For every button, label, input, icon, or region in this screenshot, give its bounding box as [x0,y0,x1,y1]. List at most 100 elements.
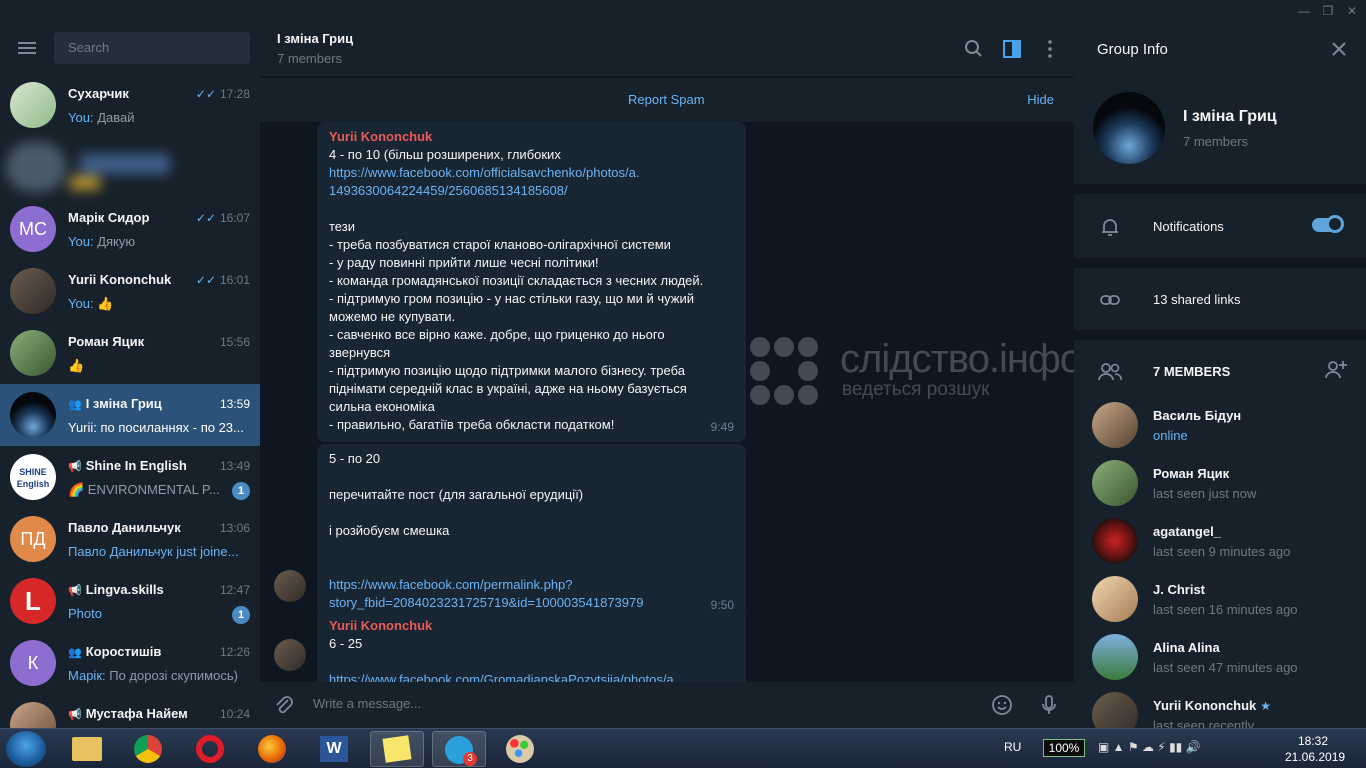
spam-bar: Report Spam Hide [260,78,1074,122]
message-author[interactable]: Yurii Kononchuk [329,128,734,146]
member-status: online [1153,428,1188,443]
message-link[interactable]: story_fbid=2084023231725719&id=100003541… [329,594,734,612]
sender-avatar[interactable] [274,570,306,602]
search-icon[interactable] [961,36,987,62]
chat-name: 📢 Shine In English [68,458,187,473]
group-avatar[interactable] [1093,92,1165,164]
file-explorer-icon[interactable] [60,731,114,767]
message-link[interactable]: https://www.facebook.com/permalink.php? [329,576,734,594]
chat-item-korostyshiv[interactable]: К 👥 Коростишів 12:26 Марік: По дорозі ску… [0,632,260,694]
search-input[interactable]: Search [54,32,250,64]
message-input[interactable]: Write a message... [313,696,421,711]
member-status: last seen just now [1153,486,1257,501]
chat-preview: Марік: По дорозі скупимось) [68,668,238,683]
member-name: Alina Alina [1153,640,1220,655]
member-item[interactable]: agatangel_ last seen 9 minutes ago [1074,518,1366,576]
start-button[interactable] [6,731,46,767]
member-item[interactable]: J. Christ last seen 16 minutes ago [1074,576,1366,634]
notifications-toggle[interactable] [1312,215,1344,233]
group-name: І зміна Гриц [1183,108,1277,125]
message-bubble[interactable]: Yurii Kononchuk 4 - по 10 (більш розширен… [317,122,746,442]
chat-item-pavlo-danylchuk[interactable]: ПД Павло Данильчук 13:06 Павло Данильчук… [0,508,260,570]
avatar [10,702,56,728]
info-header: Group Info [1074,22,1366,76]
attach-icon[interactable] [272,694,296,718]
close-window-icon[interactable]: ✕ [1340,0,1364,22]
telegram-taskbar-icon[interactable]: 3 [432,731,486,767]
message-link[interactable]: https://www.facebook.com/officialsavchen… [329,164,734,182]
language-indicator[interactable]: RU [1004,740,1021,754]
clock-time[interactable]: 18:32 [1298,734,1328,748]
minimize-icon[interactable]: — [1292,0,1316,22]
group-icon: 👥 [68,647,82,659]
close-icon[interactable] [1329,39,1349,59]
avatar: ПД [10,516,56,562]
chat-time: 16:07 [219,211,250,225]
chat-item-roman-yatsyk[interactable]: Роман Яцик 15:56 👍 [0,322,260,384]
tray-icons[interactable]: ▣ ▲ ⚑ ☁ ⚡ ▮▮ 🔊 [1098,740,1201,754]
message-text [329,540,734,558]
message-list[interactable]: слідство.інфо ведеться розшук Yurii Kono… [260,122,1074,682]
chat-item-mustafa-nayem[interactable]: 📢 Мустафа Найем 10:24 [0,694,260,728]
word-icon[interactable]: W [308,731,362,767]
opera-icon[interactable] [184,731,238,767]
avatar [1092,460,1138,506]
telegram-window: — ❐ ✕ Search Сухарчик ✓✓ 17:28 You: Дава… [0,0,1366,768]
report-spam-button[interactable]: Report Spam [628,92,705,107]
member-status: last seen 47 minutes ago [1153,660,1298,675]
clock-date[interactable]: 21.06.2019 [1285,750,1345,764]
message-author[interactable]: Yurii Kononchuk [329,617,734,635]
hide-button[interactable]: Hide [1027,92,1054,107]
avatar: SHINE English [10,454,56,500]
sidebar-toggle-icon[interactable] [999,36,1025,62]
chat-item-lingva-skills[interactable]: L 📢 Lingva.skills 12:47 Photo 1 [0,570,260,632]
member-item[interactable]: Yurii Kononchuk ★ last seen recently [1074,692,1366,728]
message-text: - треба позбуватися старої кланово-оліга… [329,237,671,252]
chat-time: 13:49 [219,459,250,473]
more-vertical-icon[interactable] [1037,36,1063,62]
chat-time: 13:59 [219,397,250,411]
message-composer: Write a message... [260,682,1074,728]
message-text: сильна економіка [329,399,435,414]
group-info-panel: Group Info І зміна Гриц 7 members Notifi… [1074,22,1366,728]
chat-item-i-zmina-hryts[interactable]: 👥 І зміна Гриц 13:59 Yurii: по посиланнях… [0,384,260,446]
firefox-icon[interactable] [246,731,300,767]
message-text [329,558,734,576]
channel-icon: 📢 [68,461,82,473]
chrome-icon[interactable] [122,731,176,767]
member-item[interactable]: Роман Яцик last seen just now [1074,460,1366,518]
link-icon [1100,295,1120,305]
add-member-icon[interactable] [1322,358,1348,382]
chat-item-marik-sydor[interactable]: МС Марік Сидор ✓✓ 16:07 You: Дякую [0,198,260,260]
chat-item-yurii-kononchuk[interactable]: Yurii Kononchuk ✓✓ 16:01 You: 👍 [0,260,260,322]
message-bubble[interactable]: 5 - по 20 перечитайте пост (для загальної… [317,444,746,620]
chat-header[interactable]: І зміна Гриц 7 members [260,22,1074,76]
group-icon: 👥 [68,399,82,411]
sticky-notes-icon[interactable] [370,731,424,767]
microphone-icon[interactable] [1037,693,1061,717]
paint-icon[interactable] [494,731,548,767]
chat-subtitle: 7 members [277,51,343,66]
maximize-icon[interactable]: ❐ [1316,0,1340,22]
member-name: Роман Яцик [1153,466,1230,481]
menu-icon[interactable] [18,42,36,54]
chat-item-hidden[interactable] [0,136,260,198]
message-text: піднімати середній клас в україні, адже … [329,381,687,396]
message-link[interactable]: https://www.facebook.com/GromadianskaPoz… [329,671,734,682]
shared-links-button[interactable]: 13 shared links [1153,292,1240,307]
emoji-icon[interactable] [990,693,1014,717]
chat-title: І зміна Гриц [277,31,354,46]
member-item[interactable]: Василь Бідун online [1074,402,1366,460]
sender-avatar[interactable] [274,639,306,671]
battery-indicator[interactable]: 100% [1043,739,1085,757]
message-bubble[interactable]: Yurii Kononchuk 6 - 25 https://www.faceboo… [317,611,746,682]
message-link[interactable]: 1493630064224459/2560685134185608/ [329,182,734,200]
chat-item-shine-in-english[interactable]: SHINE English 📢 Shine In English 13:49 🌈 E… [0,446,260,508]
info-title: Group Info [1097,41,1168,58]
member-item[interactable]: Alina Alina last seen 47 minutes ago [1074,634,1366,692]
double-check-icon: ✓✓ [195,87,216,101]
chat-item-suharchyk[interactable]: Сухарчик ✓✓ 17:28 You: Давай [0,74,260,136]
chat-time: 17:28 [219,87,250,101]
avatar: МС [10,206,56,252]
member-status: last seen recently [1153,718,1255,728]
